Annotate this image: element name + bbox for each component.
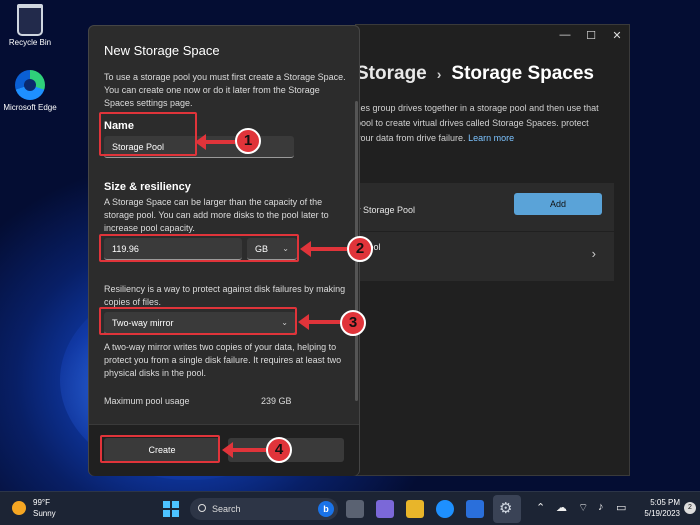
recycle-bin-label: Recycle Bin: [8, 38, 52, 47]
edge-taskbar-icon[interactable]: [436, 500, 454, 518]
highlight-name: [99, 112, 197, 156]
settings-taskbar-button[interactable]: ⚙: [493, 495, 521, 523]
teams-icon[interactable]: [376, 500, 394, 518]
gear-icon: ⚙: [499, 500, 513, 517]
pool-card[interactable]: e pool OK ›: [356, 231, 614, 281]
breadcrumb: Storage › Storage Spaces: [356, 63, 594, 85]
marker-3: 3: [340, 310, 366, 336]
maximize-button[interactable]: ☐: [578, 29, 604, 45]
task-view-icon[interactable]: [346, 500, 364, 518]
resiliency-description: Resiliency is a way to protect against d…: [104, 284, 346, 307]
marker-1: 1: [235, 128, 261, 154]
clock-date: 5/19/2023: [644, 509, 680, 518]
dialog-title: New Storage Space: [104, 43, 220, 58]
bing-icon[interactable]: b: [318, 501, 334, 517]
recycle-bin-icon: [17, 4, 43, 36]
recycle-bin-shortcut[interactable]: Recycle Bin: [0, 4, 60, 48]
marker-2: 2: [347, 236, 373, 262]
breadcrumb-storage[interactable]: Storage: [356, 63, 427, 84]
max-usage-label: Maximum pool usage: [104, 396, 190, 406]
weather-condition: Sunny: [33, 509, 56, 518]
storage-spaces-description: ces group drives together in a storage p…: [356, 101, 606, 146]
sun-icon[interactable]: [12, 501, 26, 515]
clock-time: 5:05 PM: [650, 498, 680, 507]
arrow-1-icon: [195, 134, 235, 150]
search-icon: [198, 504, 206, 512]
file-explorer-icon[interactable]: [406, 500, 424, 518]
edge-shortcut[interactable]: Microsoft Edge: [0, 70, 60, 113]
taskbar-clock[interactable]: 5:05 PM 5/19/2023: [636, 497, 680, 519]
close-button[interactable]: ✕: [604, 29, 630, 45]
battery-icon[interactable]: ▭: [616, 501, 626, 514]
dialog-body: New Storage Space To use a storage pool …: [89, 26, 359, 424]
taskbar-search[interactable]: Search b: [190, 498, 338, 520]
breadcrumb-separator-icon: ›: [436, 66, 442, 82]
store-icon[interactable]: [466, 500, 484, 518]
weather-widget[interactable]: 99°F Sunny: [33, 497, 56, 519]
arrow-3-icon: [298, 314, 340, 330]
highlight-resiliency: [99, 307, 297, 335]
learn-more-link[interactable]: Learn more: [468, 133, 514, 143]
resiliency-help: A two-way mirror writes two copies of yo…: [104, 342, 342, 378]
temperature: 99°F: [33, 498, 50, 507]
arrow-4-icon: [222, 442, 266, 458]
notification-badge[interactable]: 2: [684, 502, 696, 514]
highlight-size: [99, 234, 299, 262]
max-usage-value: 239 GB: [261, 396, 292, 406]
arrow-2-icon: [300, 241, 347, 257]
wifi-icon[interactable]: ⌔: [578, 501, 588, 515]
page-title: Storage Spaces: [451, 63, 594, 84]
cloud-icon[interactable]: ☁: [556, 501, 567, 514]
search-label: Search: [212, 504, 241, 514]
volume-icon[interactable]: ♪: [598, 501, 604, 513]
marker-4: 4: [266, 437, 292, 463]
add-button[interactable]: Add: [514, 193, 602, 215]
new-pool-label: v Storage Pool: [356, 205, 416, 215]
dialog-intro: To use a storage pool you must first cre…: [104, 72, 346, 108]
highlight-create: [100, 435, 220, 463]
edge-label: Microsoft Edge: [3, 103, 57, 112]
size-description: A Storage Space can be larger than the c…: [104, 197, 329, 233]
chevron-up-icon[interactable]: ⌃: [536, 501, 545, 514]
settings-window: — ☐ ✕ Storage › Storage Spaces ces group d…: [355, 24, 630, 476]
chevron-right-icon: ›: [591, 246, 596, 261]
start-icon[interactable]: [163, 501, 179, 517]
edge-icon: [15, 70, 45, 100]
size-heading: Size & resiliency: [104, 181, 191, 193]
minimize-button[interactable]: —: [552, 29, 578, 45]
taskbar: 99°F Sunny Search b ⚙ ⌃ ☁ ⌔ ♪ ▭ 5:05 PM …: [0, 491, 700, 525]
